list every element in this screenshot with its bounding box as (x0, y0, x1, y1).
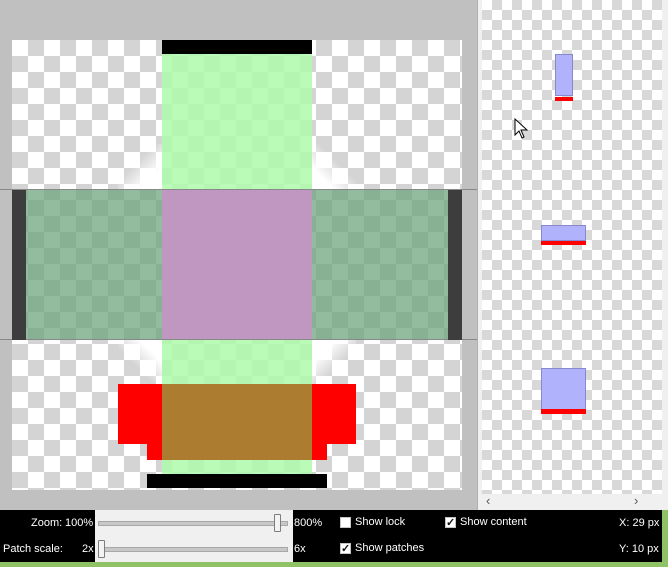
show-content-label[interactable]: Show content (460, 516, 527, 528)
bottom-patch-marker[interactable] (147, 474, 327, 488)
preview-right-edge (662, 0, 668, 510)
window-bottom-edge (0, 562, 668, 567)
preview-horizontal-scrollbar[interactable]: ‹ › (482, 493, 662, 510)
control-bar: Zoom: 100% 800% Patch scale: 2x 6x Show … (0, 510, 662, 562)
show-patches-checkbox[interactable] (340, 542, 351, 555)
zoom-label: Zoom: (31, 517, 63, 529)
show-lock-label[interactable]: Show lock (355, 516, 405, 528)
preview-wide-red-marker (541, 241, 586, 245)
zoom-slider[interactable] (95, 510, 293, 536)
zoom-min-label: 100% (65, 517, 94, 529)
white-shape-top-right (312, 144, 356, 190)
show-lock-checkbox[interactable] (340, 517, 351, 528)
guide-line-bottom (0, 339, 477, 340)
white-shape-bottom-right (312, 340, 356, 384)
scroll-right-arrow-icon[interactable]: › (634, 493, 638, 508)
patch-scale-max-label: 6x (294, 543, 306, 555)
padding-marker-right-lower (312, 444, 327, 460)
zoom-slider-thumb[interactable] (273, 514, 281, 532)
show-content-checkbox[interactable] (445, 516, 456, 529)
preview-tall-red-marker (555, 97, 573, 101)
padding-marker-right (312, 384, 356, 444)
guide-line-top (0, 189, 477, 190)
right-patch-marker[interactable] (448, 190, 462, 340)
patch-scale-slider[interactable] (95, 536, 293, 562)
padding-content-overlap (162, 384, 312, 460)
preview-large (541, 368, 586, 410)
white-shape-top (118, 144, 162, 190)
preview-large-red-marker (541, 409, 586, 414)
preview-tall (555, 54, 573, 96)
x-coordinate: X: 29 px (619, 517, 660, 529)
mouse-cursor-icon (514, 118, 529, 139)
patch-scale-label: Patch scale: (3, 543, 63, 555)
top-patch-marker[interactable] (162, 40, 312, 54)
editor-pane[interactable] (0, 0, 477, 510)
white-shape-bottom (118, 340, 162, 384)
y-coordinate: Y: 10 px (619, 543, 659, 555)
show-patches-label[interactable]: Show patches (355, 542, 424, 554)
content-region (162, 190, 312, 340)
left-patch-marker[interactable] (12, 190, 26, 340)
preview-wide (541, 225, 586, 241)
zoom-max-label: 800% (294, 517, 323, 529)
patch-scale-slider-thumb[interactable] (98, 540, 105, 558)
scroll-left-arrow-icon[interactable]: ‹ (486, 493, 490, 508)
padding-marker-left (118, 384, 162, 444)
padding-marker-left-lower (147, 444, 162, 460)
patch-scale-min-label: 2x (82, 543, 94, 555)
